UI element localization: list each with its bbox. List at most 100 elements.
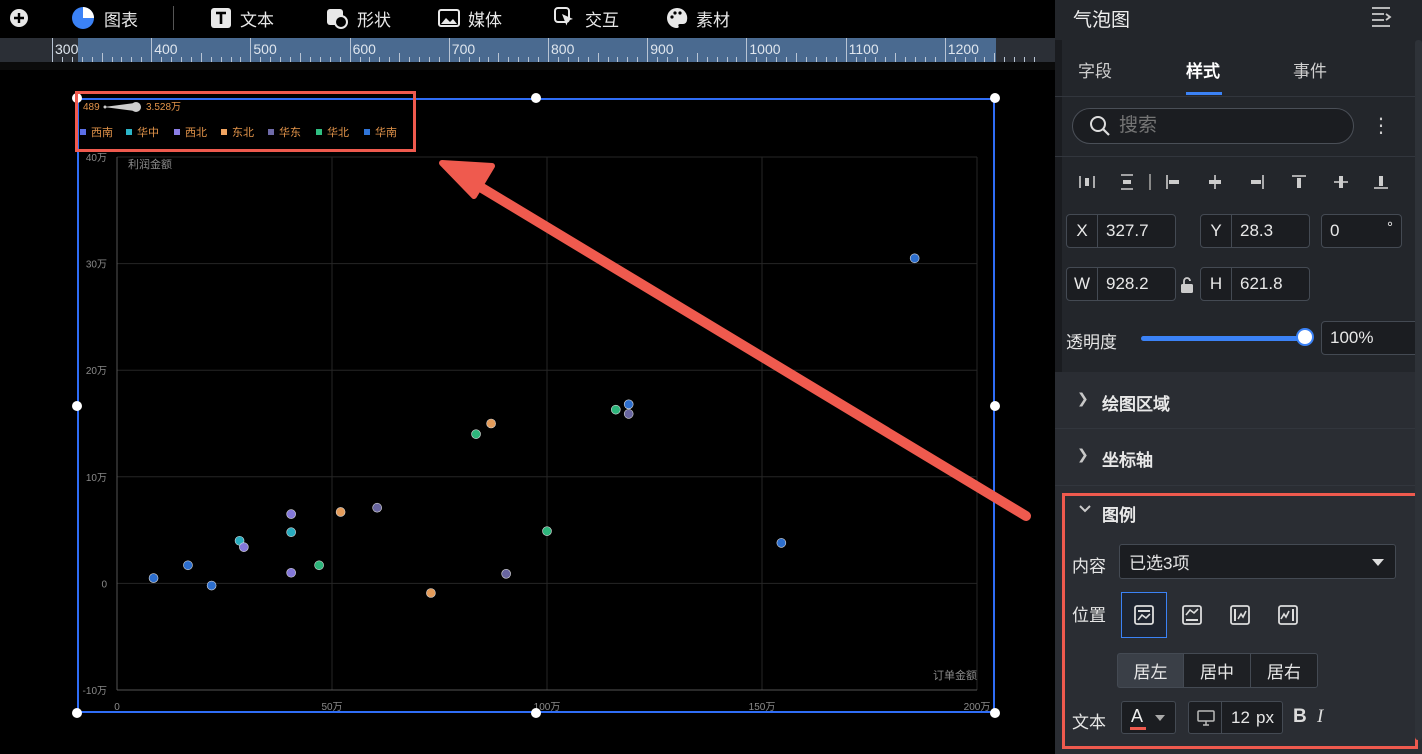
chevron-down-icon[interactable]: [1078, 503, 1092, 515]
opacity-slider-fill: [1141, 336, 1305, 341]
legend-position-right-button[interactable]: [1265, 592, 1311, 638]
opacity-slider-thumb[interactable]: [1296, 328, 1314, 346]
x-field-value[interactable]: 327.7: [1098, 221, 1149, 241]
toolbar-shape-button[interactable]: 形状: [325, 0, 391, 36]
legend-content-select[interactable]: 已选3项: [1119, 544, 1396, 579]
property-panel: 气泡图 字段 样式 事件 ⋮ X 327.7 Y 28.3 0 ° W 9: [1055, 0, 1422, 754]
ruler-major-tick: [250, 38, 252, 62]
ruler-minor-tick: [508, 38, 510, 62]
ruler-minor-tick: [895, 38, 897, 62]
toolbar-media-button[interactable]: 媒体: [438, 0, 502, 36]
y-position-field[interactable]: Y 28.3: [1200, 214, 1310, 248]
ruler-minor-tick: [676, 38, 678, 62]
ruler-minor-tick: [726, 38, 728, 62]
legend-bottom-icon: [1182, 605, 1202, 625]
x-position-field[interactable]: X 327.7: [1066, 214, 1176, 248]
collapse-panel-icon[interactable]: [1370, 5, 1392, 27]
ruler-minor-tick: [865, 38, 867, 62]
toolbar-text-button[interactable]: 文本: [210, 0, 274, 36]
font-size-field[interactable]: 12 px: [1188, 701, 1283, 734]
tab-fields[interactable]: 字段: [1078, 57, 1112, 82]
ruler-minor-tick: [409, 38, 411, 62]
ruler-major-tick: [548, 38, 549, 62]
resize-handle[interactable]: [72, 708, 82, 718]
legend-position-bottom-button[interactable]: [1169, 592, 1215, 638]
rotation-value[interactable]: 0: [1322, 221, 1339, 241]
font-color-glyph: A: [1131, 706, 1144, 726]
section-axis[interactable]: ❯ 坐标轴: [1055, 429, 1422, 485]
opacity-field[interactable]: 100%: [1321, 321, 1422, 355]
ruler-minor-tick: [627, 38, 629, 62]
add-button[interactable]: [8, 0, 30, 36]
ruler-minor-tick: [528, 38, 530, 62]
align-left-icon[interactable]: [1165, 174, 1181, 190]
opacity-slider[interactable]: [1141, 328, 1314, 346]
opacity-value[interactable]: 100%: [1322, 328, 1373, 348]
search-divider: [1055, 156, 1422, 157]
h-field-label: H: [1201, 268, 1232, 300]
search-box[interactable]: [1072, 108, 1354, 144]
panel-scrollbar[interactable]: [1415, 40, 1422, 740]
align-top-icon[interactable]: [1291, 174, 1307, 190]
toolbar-chart-button[interactable]: 图表: [70, 0, 138, 36]
tab-events[interactable]: 事件: [1293, 57, 1327, 82]
width-field[interactable]: W 928.2: [1066, 267, 1176, 301]
toolbar-media-label: 媒体: [468, 10, 502, 30]
font-size-unit: px: [1256, 708, 1274, 727]
y-field-value[interactable]: 28.3: [1232, 221, 1273, 241]
rotation-field[interactable]: 0 °: [1321, 214, 1402, 248]
legend-position-top-button[interactable]: [1121, 592, 1167, 638]
legend-position-left-button[interactable]: [1217, 592, 1263, 638]
resize-handle[interactable]: [531, 708, 541, 718]
align-center-option[interactable]: 居中: [1183, 653, 1251, 688]
italic-toggle[interactable]: I: [1317, 706, 1323, 728]
more-options-icon[interactable]: ⋮: [1371, 113, 1391, 138]
resize-handle[interactable]: [990, 93, 1000, 103]
align-left-option[interactable]: 居左: [1117, 653, 1184, 688]
selection-frame[interactable]: [77, 98, 995, 713]
height-field[interactable]: H 621.8: [1200, 267, 1310, 301]
resize-handle[interactable]: [990, 401, 1000, 411]
tab-style[interactable]: 样式: [1186, 57, 1220, 82]
font-color-picker[interactable]: A: [1121, 701, 1176, 734]
ruler-minor-tick: [71, 38, 73, 62]
ruler-minor-tick: [667, 38, 669, 62]
align-middle-vertical-icon[interactable]: [1333, 174, 1349, 190]
legend-top-icon: [1134, 605, 1154, 625]
resize-handle[interactable]: [531, 93, 541, 103]
ruler-minor-tick: [1004, 38, 1006, 62]
font-size-divider: [1221, 702, 1222, 733]
toolbar-interaction-button[interactable]: 交互: [553, 0, 619, 36]
w-field-value[interactable]: 928.2: [1098, 274, 1149, 294]
font-size-value[interactable]: 12: [1231, 708, 1250, 728]
ruler-minor-tick: [171, 38, 173, 62]
legend-right-icon: [1278, 605, 1298, 625]
monitor-icon: [1197, 710, 1215, 726]
align-center-horizontal-icon[interactable]: [1207, 174, 1223, 190]
image-icon: [438, 9, 460, 27]
distribute-vertical-icon[interactable]: [1119, 174, 1135, 190]
align-bottom-icon[interactable]: [1373, 174, 1389, 190]
align-right-icon[interactable]: [1249, 174, 1265, 190]
active-tab-indicator: [1186, 92, 1222, 95]
ruler-label: 300: [55, 41, 79, 57]
toolbar-assets-button[interactable]: 素材: [666, 0, 730, 36]
resize-handle[interactable]: [990, 708, 1000, 718]
align-right-option[interactable]: 居右: [1250, 653, 1318, 688]
ruler-minor-tick: [696, 38, 698, 62]
tabs-divider: [1055, 96, 1422, 97]
search-input[interactable]: [1117, 114, 1321, 138]
aspect-lock-icon[interactable]: [1179, 276, 1195, 294]
ruler-minor-tick: [369, 38, 371, 62]
chevron-right-icon: ❯: [1077, 446, 1089, 462]
section-plot-area[interactable]: ❯ 绘图区域: [1055, 372, 1422, 428]
bold-toggle[interactable]: B: [1293, 706, 1307, 728]
section-legend-title[interactable]: 图例: [1102, 501, 1136, 526]
resize-handle[interactable]: [72, 401, 82, 411]
distribute-horizontal-icon[interactable]: [1079, 174, 1095, 190]
ruler-major-tick: [151, 38, 153, 62]
h-field-value[interactable]: 621.8: [1232, 274, 1283, 294]
ruler-minor-tick: [379, 38, 381, 62]
ruler-minor-tick: [954, 38, 956, 62]
ruler-minor-tick: [61, 38, 63, 62]
